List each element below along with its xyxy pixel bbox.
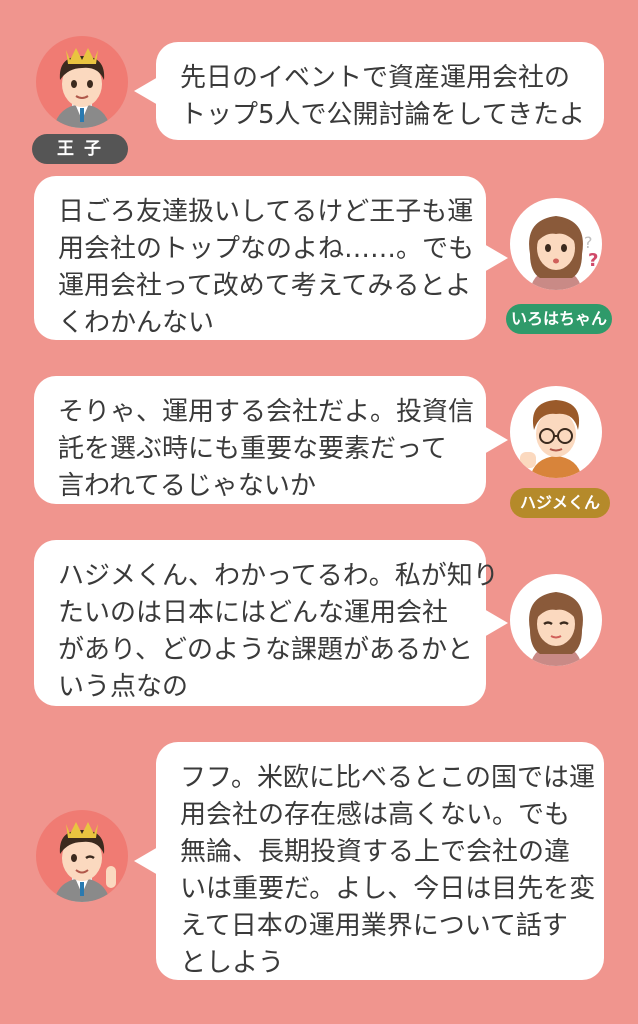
message-line: 託を選ぶ時にも重要な要素だって <box>58 434 447 464</box>
hajime-avatar <box>510 386 602 478</box>
message-line: いは重要だ。よし、今日は目先を変 <box>180 874 596 904</box>
message-line: 無論、長期投資する上で会社の違 <box>180 837 571 867</box>
message-line: そりゃ、運用する会社だよ。投資信 <box>58 397 475 427</box>
message-line: 用会社の存在感は高くない。でも <box>180 800 571 830</box>
message-bubble-prince: 先日のイベントで資産運用会社の トップ5人で公開討論をしてきたよ <box>134 42 604 140</box>
message-bubble-iroha: 日ごろ友達扱いしてるけど王子も運 用会社のトップなのよね……。でも 運用会社って… <box>34 176 508 340</box>
svg-text:?: ? <box>588 250 598 271</box>
message-bubble-prince: フフ。米欧に比べるとこの国では運 用会社の存在感は高くない。でも 無論、長期投資… <box>134 742 604 980</box>
message-bubble-hajime: そりゃ、運用する会社だよ。投資信 託を選ぶ時にも重要な要素だって 言われてるじゃ… <box>34 376 508 504</box>
iroha-avatar: ? ? <box>510 198 602 290</box>
message-line: いう点なの <box>58 672 189 702</box>
message-line: 運用会社って改めて考えてみるとよ <box>58 271 472 301</box>
message-line: くわかんない <box>58 308 215 338</box>
message-line: があり、どのような課題があるかと <box>58 635 473 665</box>
message-line: たいのは日本にはどんな運用会社 <box>58 598 449 628</box>
message-line: 用会社のトップなのよね……。でも <box>58 234 475 264</box>
message-line: 言われてるじゃないか <box>58 471 316 501</box>
prince-name-tag: 王 子 <box>32 134 128 164</box>
iroha-name-tag: いろはちゃん <box>506 304 612 334</box>
message-bubble-iroha: ハジメくん、わかってるわ。私が知り たいのは日本にはどんな運用会社 があり、どの… <box>34 540 508 706</box>
message-line: 先日のイベントで資産運用会社の <box>180 63 571 93</box>
message-line: フフ。米欧に比べるとこの国では運 <box>180 763 595 793</box>
message-line: 日ごろ友達扱いしてるけど王子も運 <box>58 197 474 227</box>
message-line: としよう <box>180 948 285 978</box>
prince-avatar <box>36 810 128 902</box>
message-line: トップ5人で公開討論をしてきたよ <box>180 100 585 130</box>
prince-avatar <box>36 36 128 128</box>
message-line: ハジメくん、わかってるわ。私が知り <box>58 561 499 591</box>
iroha-avatar <box>510 574 602 666</box>
message-line: えて日本の運用業界について話す <box>180 911 568 941</box>
hajime-name-tag: ハジメくん <box>510 488 610 518</box>
